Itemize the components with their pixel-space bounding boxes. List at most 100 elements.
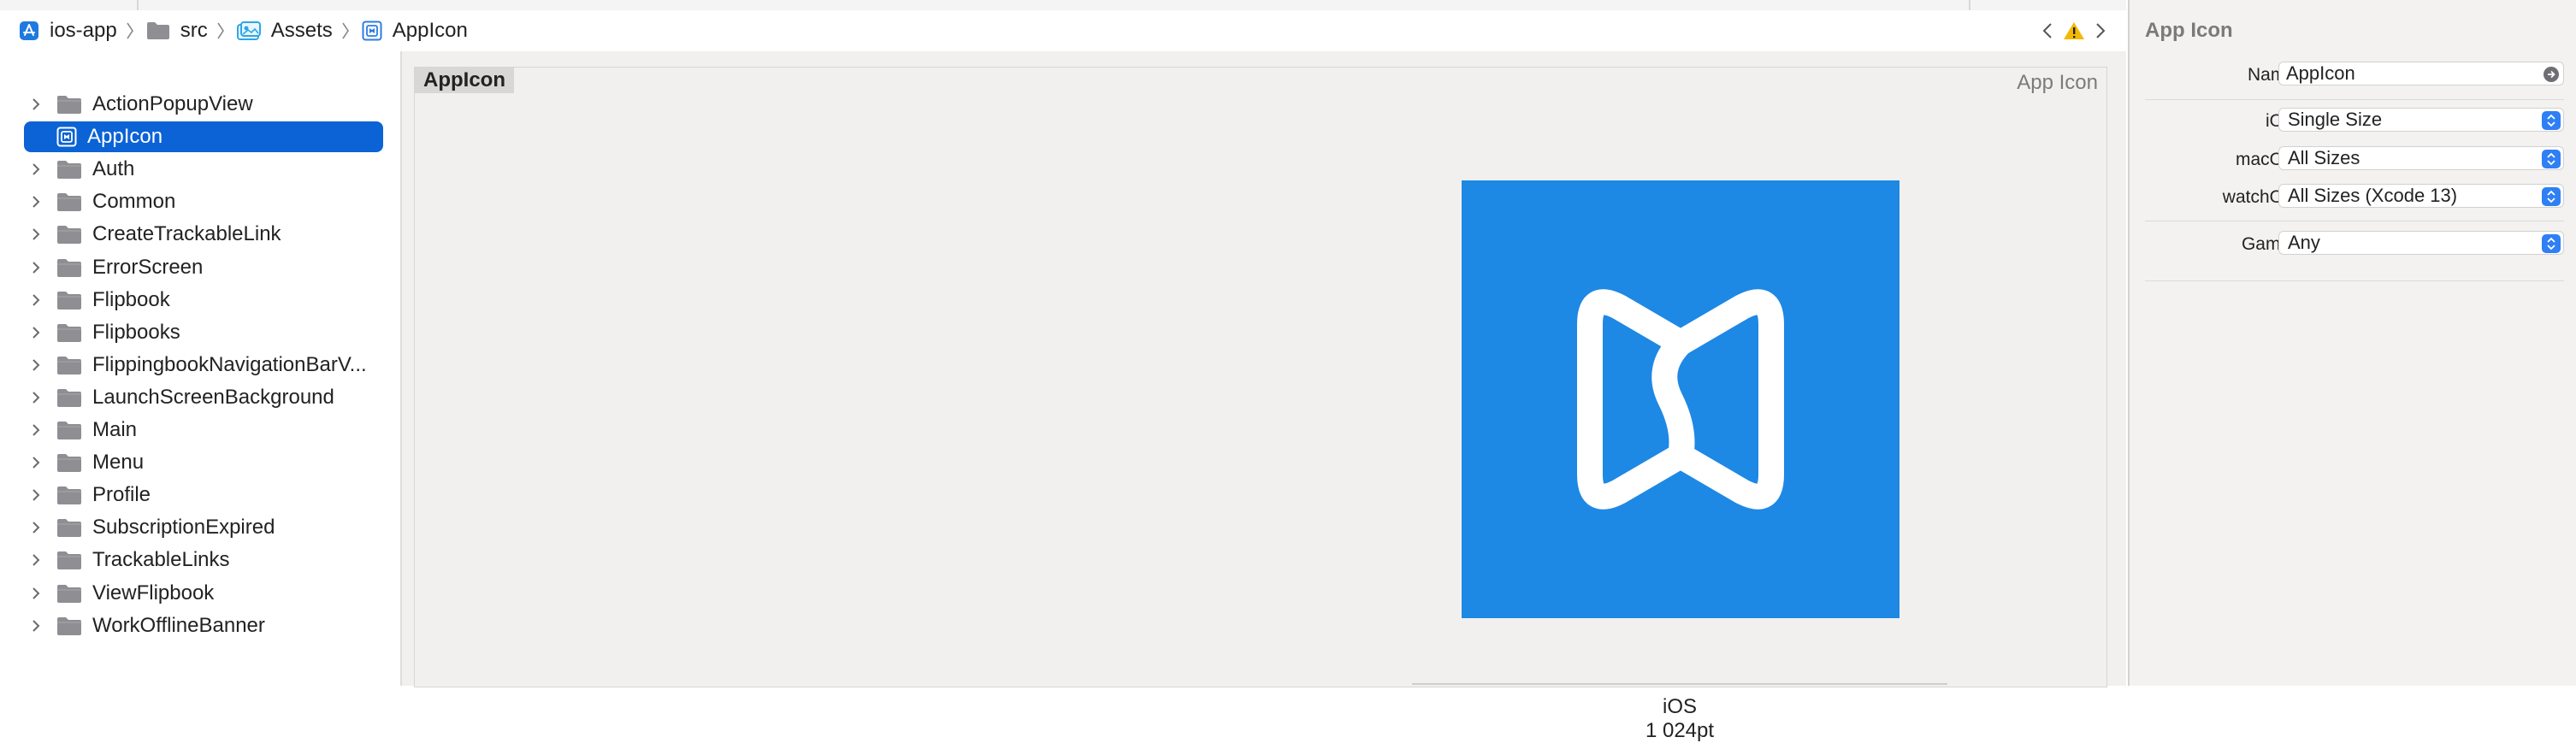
- disclosure-chevron-icon[interactable]: [24, 227, 48, 242]
- disclosure-chevron-icon[interactable]: [24, 390, 48, 405]
- folder-icon: [56, 387, 82, 408]
- disclosure-chevron-icon[interactable]: [24, 97, 48, 112]
- inspector-title: App Icon: [2145, 19, 2233, 42]
- asset-list-item-label: ViewFlipbook: [92, 581, 215, 604]
- disclosure-chevron-icon[interactable]: [24, 552, 48, 568]
- asset-list-item-label: Menu: [92, 451, 145, 475]
- asset-catalog-icon: [236, 21, 261, 41]
- disclosure-chevron-icon[interactable]: [24, 162, 48, 177]
- disclosure-chevron-icon[interactable]: [24, 292, 48, 308]
- asset-list-item-label: Common: [92, 190, 176, 214]
- asset-list-item-label: Flipbook: [92, 287, 170, 311]
- breadcrumb-separator-icon: [216, 21, 225, 41]
- watchos-size-value: All Sizes (Xcode 13): [2288, 185, 2458, 206]
- watchos-size-popup[interactable]: All Sizes (Xcode 13): [2278, 184, 2564, 208]
- disclosure-chevron-icon[interactable]: [24, 455, 48, 470]
- asset-list-item[interactable]: AppIcon: [24, 121, 383, 153]
- breadcrumb: ios-app src Assets AppIcon: [0, 10, 2126, 52]
- folder-icon: [56, 616, 82, 636]
- folder-icon: [56, 420, 82, 440]
- folder-icon: [56, 192, 82, 212]
- disclosure-chevron-icon[interactable]: [24, 325, 48, 340]
- gamut-popup[interactable]: Any: [2278, 231, 2564, 255]
- popup-arrows-icon: [2542, 150, 2561, 168]
- breadcrumb-item-src[interactable]: src: [146, 19, 208, 43]
- asset-navigator: ActionPopupView AppIcon Auth Common CreateTr…: [0, 51, 402, 686]
- asset-list-item-label: FlippingbookNavigationBarV...: [92, 352, 367, 376]
- gamut-value: Any: [2288, 232, 2320, 253]
- breadcrumb-item-appicon[interactable]: AppIcon: [362, 19, 468, 43]
- app-icon-set-icon: [362, 21, 382, 41]
- asset-list-item[interactable]: LaunchScreenBackground: [24, 382, 383, 413]
- popup-arrows-icon: [2542, 111, 2561, 130]
- asset-list-item[interactable]: ViewFlipbook: [24, 578, 383, 609]
- asset-list-item[interactable]: Flipbook: [24, 285, 383, 315]
- disclosure-chevron-icon[interactable]: [24, 520, 48, 535]
- inspector-divider: [2145, 280, 2564, 281]
- breadcrumb-label: ios-app: [50, 19, 117, 42]
- asset-list-item[interactable]: Menu: [24, 447, 383, 478]
- asset-list-item-label: TrackableLinks: [92, 548, 230, 572]
- jumpbar-controls: [2041, 10, 2107, 51]
- asset-list-item-label: ActionPopupView: [92, 92, 253, 115]
- asset-list-item[interactable]: WorkOfflineBanner: [24, 610, 383, 641]
- breadcrumb-item-assets[interactable]: Assets: [236, 19, 333, 43]
- asset-list-item[interactable]: CreateTrackableLink: [24, 219, 383, 250]
- asset-list-item[interactable]: Flipbooks: [24, 317, 383, 348]
- disclosure-chevron-icon[interactable]: [24, 422, 48, 438]
- icon-platform-label: iOS: [1662, 695, 1697, 718]
- name-field[interactable]: AppIcon: [2278, 62, 2564, 86]
- asset-list-item[interactable]: ErrorScreen: [24, 252, 383, 283]
- folder-icon: [146, 21, 170, 40]
- strip-divider: [137, 0, 139, 10]
- ios-size-value: Single Size: [2288, 109, 2383, 130]
- folder-icon: [56, 257, 82, 278]
- folder-icon: [56, 550, 82, 570]
- asset-list-item[interactable]: TrackableLinks: [24, 545, 383, 575]
- folder-icon: [56, 485, 82, 505]
- asset-list-item-label: Auth: [92, 157, 135, 181]
- folder-icon: [56, 583, 82, 604]
- disclosure-chevron-icon[interactable]: [24, 260, 48, 275]
- folder-icon: [56, 355, 82, 375]
- disclosure-chevron-icon[interactable]: [24, 357, 48, 373]
- disclosure-chevron-icon[interactable]: [24, 586, 48, 601]
- disclosure-chevron-icon[interactable]: [24, 487, 48, 503]
- app-icon-image[interactable]: [1462, 180, 1900, 618]
- breadcrumb-label: Assets: [270, 19, 333, 42]
- breadcrumb-label: src: [180, 19, 208, 42]
- asset-list-item-label: AppIcon: [87, 125, 163, 149]
- folder-icon: [56, 159, 82, 180]
- chevron-left-icon[interactable]: [2041, 21, 2054, 41]
- disclosure-chevron-icon[interactable]: [24, 618, 48, 634]
- disclosure-chevron-icon[interactable]: [24, 194, 48, 209]
- asset-list-item[interactable]: Common: [24, 186, 383, 217]
- inspector-divider: [2145, 99, 2564, 100]
- asset-list-item[interactable]: SubscriptionExpired: [24, 512, 383, 543]
- folder-icon: [56, 322, 82, 343]
- asset-editor: AppIcon App Icon iOS 1 024pt: [402, 51, 2126, 742]
- macos-size-popup[interactable]: All Sizes: [2278, 146, 2564, 170]
- warning-icon[interactable]: [2063, 21, 2085, 41]
- asset-list-item[interactable]: Profile: [24, 480, 383, 510]
- icon-set-panel: AppIcon App Icon iOS 1 024pt: [414, 67, 2107, 742]
- go-arrow-icon[interactable]: [2543, 66, 2560, 83]
- chevron-right-icon[interactable]: [2094, 21, 2107, 41]
- icon-set-type: App Icon: [2017, 71, 2098, 94]
- folder-icon: [56, 452, 82, 473]
- breadcrumb-label: AppIcon: [392, 19, 468, 42]
- ios-size-popup[interactable]: Single Size: [2278, 108, 2564, 132]
- asset-list-item-label: WorkOfflineBanner: [92, 613, 265, 637]
- strip-divider: [1969, 0, 1970, 10]
- breadcrumb-item-project[interactable]: ios-app: [19, 19, 117, 43]
- icon-slot-divider: [1412, 683, 1947, 685]
- asset-list-item[interactable]: FlippingbookNavigationBarV...: [24, 350, 383, 380]
- asset-list-item-label: ErrorScreen: [92, 255, 204, 279]
- folder-icon: [56, 94, 82, 115]
- asset-list-item-label: SubscriptionExpired: [92, 516, 275, 540]
- breadcrumb-separator-icon: [341, 21, 350, 41]
- asset-list-item[interactable]: Main: [24, 415, 383, 445]
- asset-list-item[interactable]: Auth: [24, 154, 383, 185]
- asset-list-item[interactable]: ActionPopupView: [24, 89, 383, 120]
- asset-list-item-label: Profile: [92, 483, 151, 507]
